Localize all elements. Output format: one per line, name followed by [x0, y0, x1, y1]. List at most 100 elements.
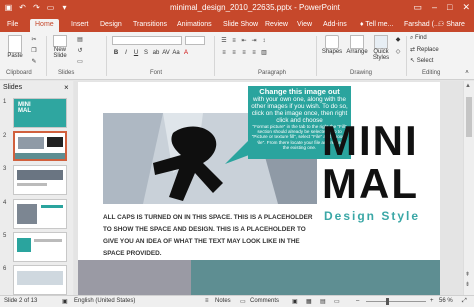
slideshow-icon[interactable]: ▭ [46, 3, 55, 12]
maximize-icon[interactable]: □ [447, 2, 452, 13]
tab-animations[interactable]: Animations [172, 19, 217, 32]
new-slide-button[interactable]: New Slide [50, 35, 70, 59]
tab-add-ins[interactable]: Add-ins [318, 19, 352, 32]
zoom-slider-thumb[interactable] [386, 298, 389, 305]
replace-button[interactable]: ⇄ Replace [410, 46, 460, 53]
format-painter-button[interactable]: ✎ [28, 58, 40, 65]
slide-subtitle[interactable]: Design Style [324, 209, 420, 223]
zoom-in-icon[interactable]: + [430, 298, 434, 304]
slide-thumbnail-4[interactable] [13, 199, 67, 229]
user-account[interactable]: Farshad (... [404, 19, 440, 31]
shape-outline-button[interactable]: ◇ [394, 48, 402, 55]
quick-styles-button[interactable]: Quick Styles [370, 35, 392, 61]
tab-insert[interactable]: Insert [66, 19, 94, 32]
previous-slide-icon[interactable]: ⇞ [465, 271, 470, 278]
slide-sorter-icon[interactable]: ▦ [306, 298, 312, 305]
tab-design[interactable]: Design [95, 19, 127, 32]
normal-view-icon[interactable]: ▣ [292, 298, 298, 305]
bold-button[interactable]: B [112, 49, 120, 57]
ribbon-tabs: File Home Insert Design Transitions Anim… [0, 17, 474, 32]
slide-thumbnail-3[interactable] [13, 165, 67, 195]
tab-home[interactable]: Home [30, 19, 59, 32]
line-spacing-icon[interactable]: ↕ [260, 37, 268, 45]
change-case-button[interactable]: Aa [172, 49, 180, 57]
shapes-label: Shapes [321, 49, 343, 55]
customize-icon[interactable]: ▾ [60, 3, 69, 12]
zoom-level[interactable]: 56 % [439, 298, 453, 304]
minimize-icon[interactable]: – [432, 2, 437, 13]
window-controls: ▭ – □ ✕ [413, 2, 470, 13]
layout-button[interactable]: ▤ [74, 36, 86, 43]
slide-body-text[interactable]: ALL CAPS IS TURNED ON IN THIS SPACE. THI… [103, 212, 318, 260]
fit-slide-icon[interactable]: ⤢ [462, 298, 467, 305]
increase-indent-icon[interactable]: ⇥ [250, 37, 258, 45]
paste-button[interactable]: Paste [4, 35, 26, 59]
decrease-indent-icon[interactable]: ⇤ [240, 37, 248, 45]
reading-view-icon[interactable]: ▤ [320, 298, 326, 305]
align-center-icon[interactable]: ≡ [230, 49, 238, 57]
select-label: Select [416, 58, 434, 64]
tab-view[interactable]: View [292, 19, 317, 32]
font-size-box[interactable] [185, 36, 205, 45]
arrange-button[interactable]: Arrange [345, 35, 369, 55]
slide-thumbnail-5[interactable] [13, 232, 67, 262]
bullets-icon[interactable]: ☰ [220, 37, 228, 45]
close-icon[interactable]: ✕ [462, 2, 470, 13]
reset-button[interactable]: ↺ [74, 47, 86, 54]
justify-icon[interactable]: ≡ [250, 49, 258, 57]
slides-pane: Slides × 1 MINI MAL 2 3 4 5 6 [0, 81, 73, 295]
save-icon[interactable]: ▣ [4, 3, 13, 12]
slide-thumbnail-2[interactable] [13, 131, 67, 161]
select-button[interactable]: ↖ Select [410, 57, 460, 64]
columns-icon[interactable]: ▥ [260, 49, 268, 57]
shapes-button[interactable]: Shapes [320, 35, 344, 55]
close-pane-icon[interactable]: × [64, 83, 69, 92]
collapse-ribbon-button[interactable]: ˄ [462, 70, 472, 76]
zoom-out-icon[interactable]: – [356, 298, 359, 304]
slideshow-view-icon[interactable]: ▭ [334, 298, 340, 305]
zoom-slider[interactable] [366, 301, 426, 302]
group-label-paragraph: Paragraph [258, 70, 287, 76]
language-indicator[interactable]: English (United States) [74, 298, 135, 304]
shape-fill-button[interactable]: ◆ [394, 36, 402, 43]
scroll-up-icon[interactable]: ▲ [465, 83, 471, 89]
align-right-icon[interactable]: ≡ [240, 49, 248, 57]
slide-title-line-1[interactable]: MINI [322, 117, 419, 165]
font-color-button[interactable]: A [182, 49, 190, 57]
align-left-icon[interactable]: ≡ [220, 49, 228, 57]
tab-transitions[interactable]: Transitions [128, 19, 172, 32]
comments-button[interactable]: Comments [250, 298, 279, 304]
outline-icon: ◇ [395, 49, 401, 55]
tab-file[interactable]: File [2, 19, 23, 32]
ribbon-display-icon[interactable]: ▭ [413, 2, 422, 13]
tell-me-label: Tell me... [365, 21, 394, 28]
copy-button[interactable]: ❐ [28, 47, 40, 54]
shadow-button[interactable]: ab [152, 49, 160, 57]
slide-thumbnail-6[interactable] [13, 265, 67, 295]
tell-me-box[interactable]: ♦ Tell me... [360, 19, 393, 31]
slide-thumbnail-1[interactable]: MINI MAL [13, 98, 67, 128]
next-slide-icon[interactable]: ⇟ [465, 281, 470, 288]
scrollbar-thumb[interactable] [466, 97, 472, 137]
fill-icon: ◆ [395, 37, 401, 43]
group-label-font: Font [150, 70, 163, 76]
slide-number: 5 [3, 233, 7, 239]
find-button[interactable]: ⌕ Find [410, 35, 460, 42]
section-button[interactable]: ▭ [74, 58, 86, 65]
spellcheck-icon[interactable]: ▣ [62, 298, 68, 305]
cut-button[interactable]: ✂ [28, 36, 40, 43]
vertical-scrollbar[interactable]: ▲ ⇞ ⇟ [463, 81, 474, 295]
strikethrough-button[interactable]: S [142, 49, 150, 57]
undo-icon[interactable]: ↶ [18, 3, 27, 12]
numbering-icon[interactable]: ≡ [230, 37, 238, 45]
underline-button[interactable]: U [132, 49, 140, 57]
italic-button[interactable]: I [122, 49, 130, 57]
tab-review[interactable]: Review [260, 19, 293, 32]
font-name-box[interactable] [112, 36, 182, 45]
tab-slide-show[interactable]: Slide Show [218, 19, 263, 32]
slide-title-line-2[interactable]: MAL [322, 160, 419, 208]
spacing-button[interactable]: AV [162, 49, 170, 57]
redo-icon[interactable]: ↷ [32, 3, 41, 12]
share-button[interactable]: ⚇ Share [438, 19, 465, 31]
notes-button[interactable]: Notes [215, 298, 231, 304]
